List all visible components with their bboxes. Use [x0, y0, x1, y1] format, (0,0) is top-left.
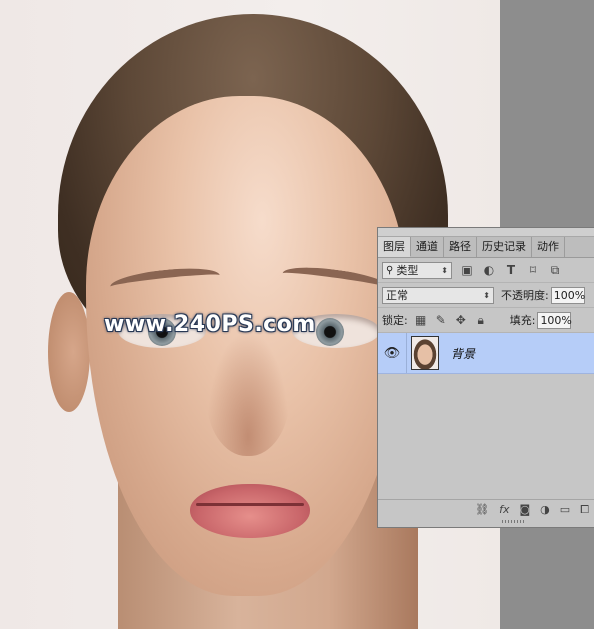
blend-mode-select[interactable]: 正常 ⬍	[382, 286, 494, 304]
search-icon: ⚲	[386, 264, 394, 276]
new-layer-icon[interactable]: ⧠	[580, 503, 589, 517]
mask-icon[interactable]: ◙	[519, 503, 530, 516]
tab-layers[interactable]: 图层	[378, 237, 411, 257]
layer-thumbnail	[411, 336, 439, 370]
lock-all-icon[interactable]: 🔒︎	[474, 313, 488, 327]
lips	[190, 484, 310, 538]
tab-actions[interactable]: 动作	[532, 237, 565, 257]
filter-type-value: 类型	[396, 264, 419, 277]
filter-row: ⚲ 类型 ⬍ ▣ ◐ T ⌑ ⧉	[378, 258, 594, 283]
lip-line	[196, 503, 304, 506]
lock-move-icon[interactable]: ✥	[454, 313, 468, 327]
ear	[48, 292, 90, 412]
folder-icon[interactable]: ▭	[560, 503, 570, 516]
fill-label: 填充:	[509, 314, 536, 327]
tab-history[interactable]: 历史记录	[477, 237, 532, 257]
opacity-field[interactable]: 100%	[550, 286, 585, 304]
layers-panel: 图层 通道 路径 历史记录 动作 ⚲ 类型 ⬍ ▣ ◐ T ⌑ ⧉ 正常 ⬍ 不…	[377, 227, 594, 528]
panel-footer: ⛓︎ fx ◙ ◑ ▭ ⧠	[378, 499, 594, 519]
shape-filter-icon[interactable]: ⌑	[526, 263, 540, 277]
lock-transparent-icon[interactable]: ▦	[414, 313, 428, 327]
blend-mode-value: 正常	[386, 289, 408, 302]
smart-object-filter-icon[interactable]: ⧉	[548, 263, 562, 277]
resize-grip[interactable]	[502, 520, 524, 523]
layer-name[interactable]: 背景	[451, 345, 475, 362]
fx-icon[interactable]: fx	[499, 503, 509, 516]
layers-list: 👁︎ 背景	[378, 333, 594, 487]
lock-brush-icon[interactable]: ✎	[434, 313, 448, 327]
fill-field[interactable]: 100%	[537, 311, 572, 329]
layer-row-background[interactable]: 👁︎ 背景	[378, 333, 594, 374]
panel-tabs: 图层 通道 路径 历史记录 动作	[378, 237, 594, 258]
tab-paths[interactable]: 路径	[444, 237, 477, 257]
nose	[206, 330, 290, 456]
link-icon[interactable]: ⛓︎	[475, 503, 489, 516]
opacity-label: 不透明度:	[501, 289, 549, 302]
adjustment-filter-icon[interactable]: ◐	[482, 263, 496, 277]
spinner-arrows-icon: ⬍	[483, 290, 490, 300]
filter-type-select[interactable]: ⚲ 类型 ⬍	[382, 261, 452, 279]
blend-row: 正常 ⬍ 不透明度: 100%	[378, 283, 594, 308]
panel-title-bar[interactable]	[378, 228, 594, 237]
watermark-text: www.240PS.com	[104, 312, 316, 337]
text-filter-icon[interactable]: T	[504, 263, 518, 277]
lock-row: 锁定: ▦ ✎ ✥ 🔒︎ 填充: 100%	[378, 308, 594, 333]
visibility-eye-icon[interactable]: 👁︎	[378, 333, 407, 373]
tab-channels[interactable]: 通道	[411, 237, 444, 257]
spinner-arrows-icon: ⬍	[441, 265, 448, 275]
lock-label: 锁定:	[382, 314, 408, 327]
adjustment-icon[interactable]: ◑	[540, 503, 550, 516]
image-filter-icon[interactable]: ▣	[460, 263, 474, 277]
